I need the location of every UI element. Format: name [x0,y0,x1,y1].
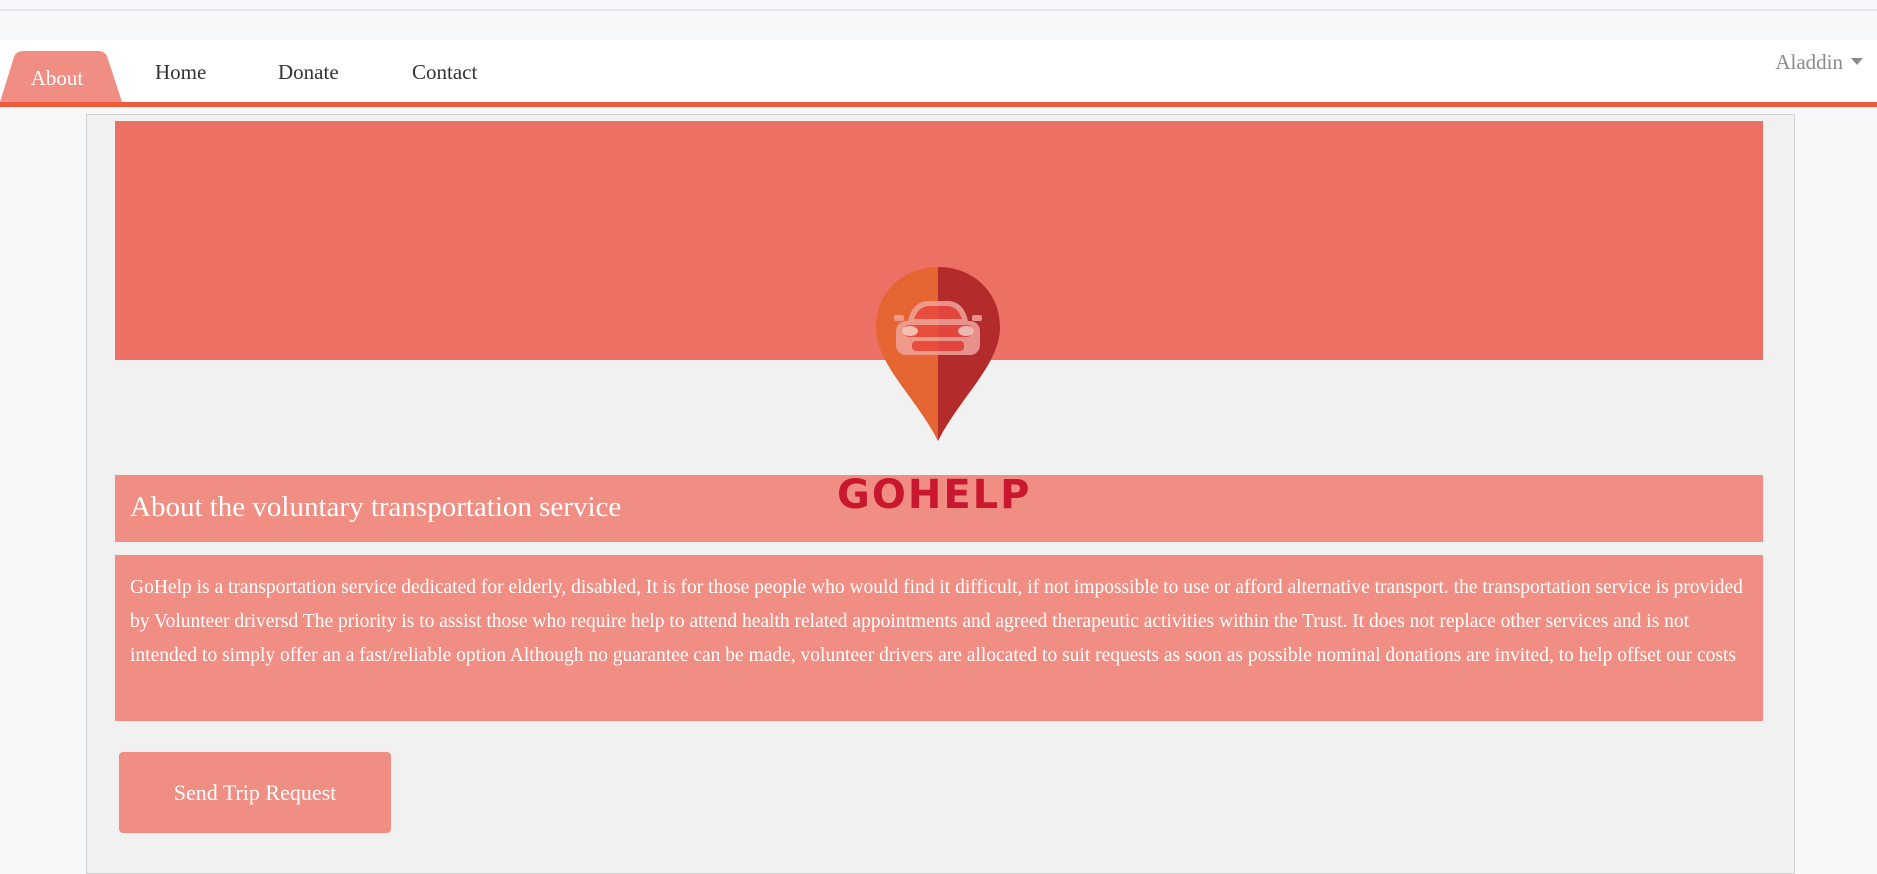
page-title: About the voluntary transportation servi… [130,491,622,523]
send-trip-request-button[interactable]: Send Trip Request [119,752,391,833]
about-description-box: GoHelp is a transportation service dedic… [115,555,1763,721]
top-strip [0,0,1877,11]
car-location-pin-icon [876,267,1000,441]
about-description: GoHelp is a transportation service dedic… [130,577,1743,666]
main-navbar: About Home Donate Contact Aladdin [0,40,1877,107]
tab-contact[interactable]: Contact [412,60,477,85]
logo-wordmark: GOHELP [837,472,1032,518]
tab-about-label: About [30,66,84,90]
tab-donate[interactable]: Donate [278,60,339,85]
user-dropdown[interactable]: Aladdin [1775,50,1863,75]
chevron-down-icon [1851,58,1863,65]
tab-home[interactable]: Home [155,60,206,85]
user-name: Aladdin [1775,50,1843,74]
tab-about[interactable]: About [0,49,122,102]
